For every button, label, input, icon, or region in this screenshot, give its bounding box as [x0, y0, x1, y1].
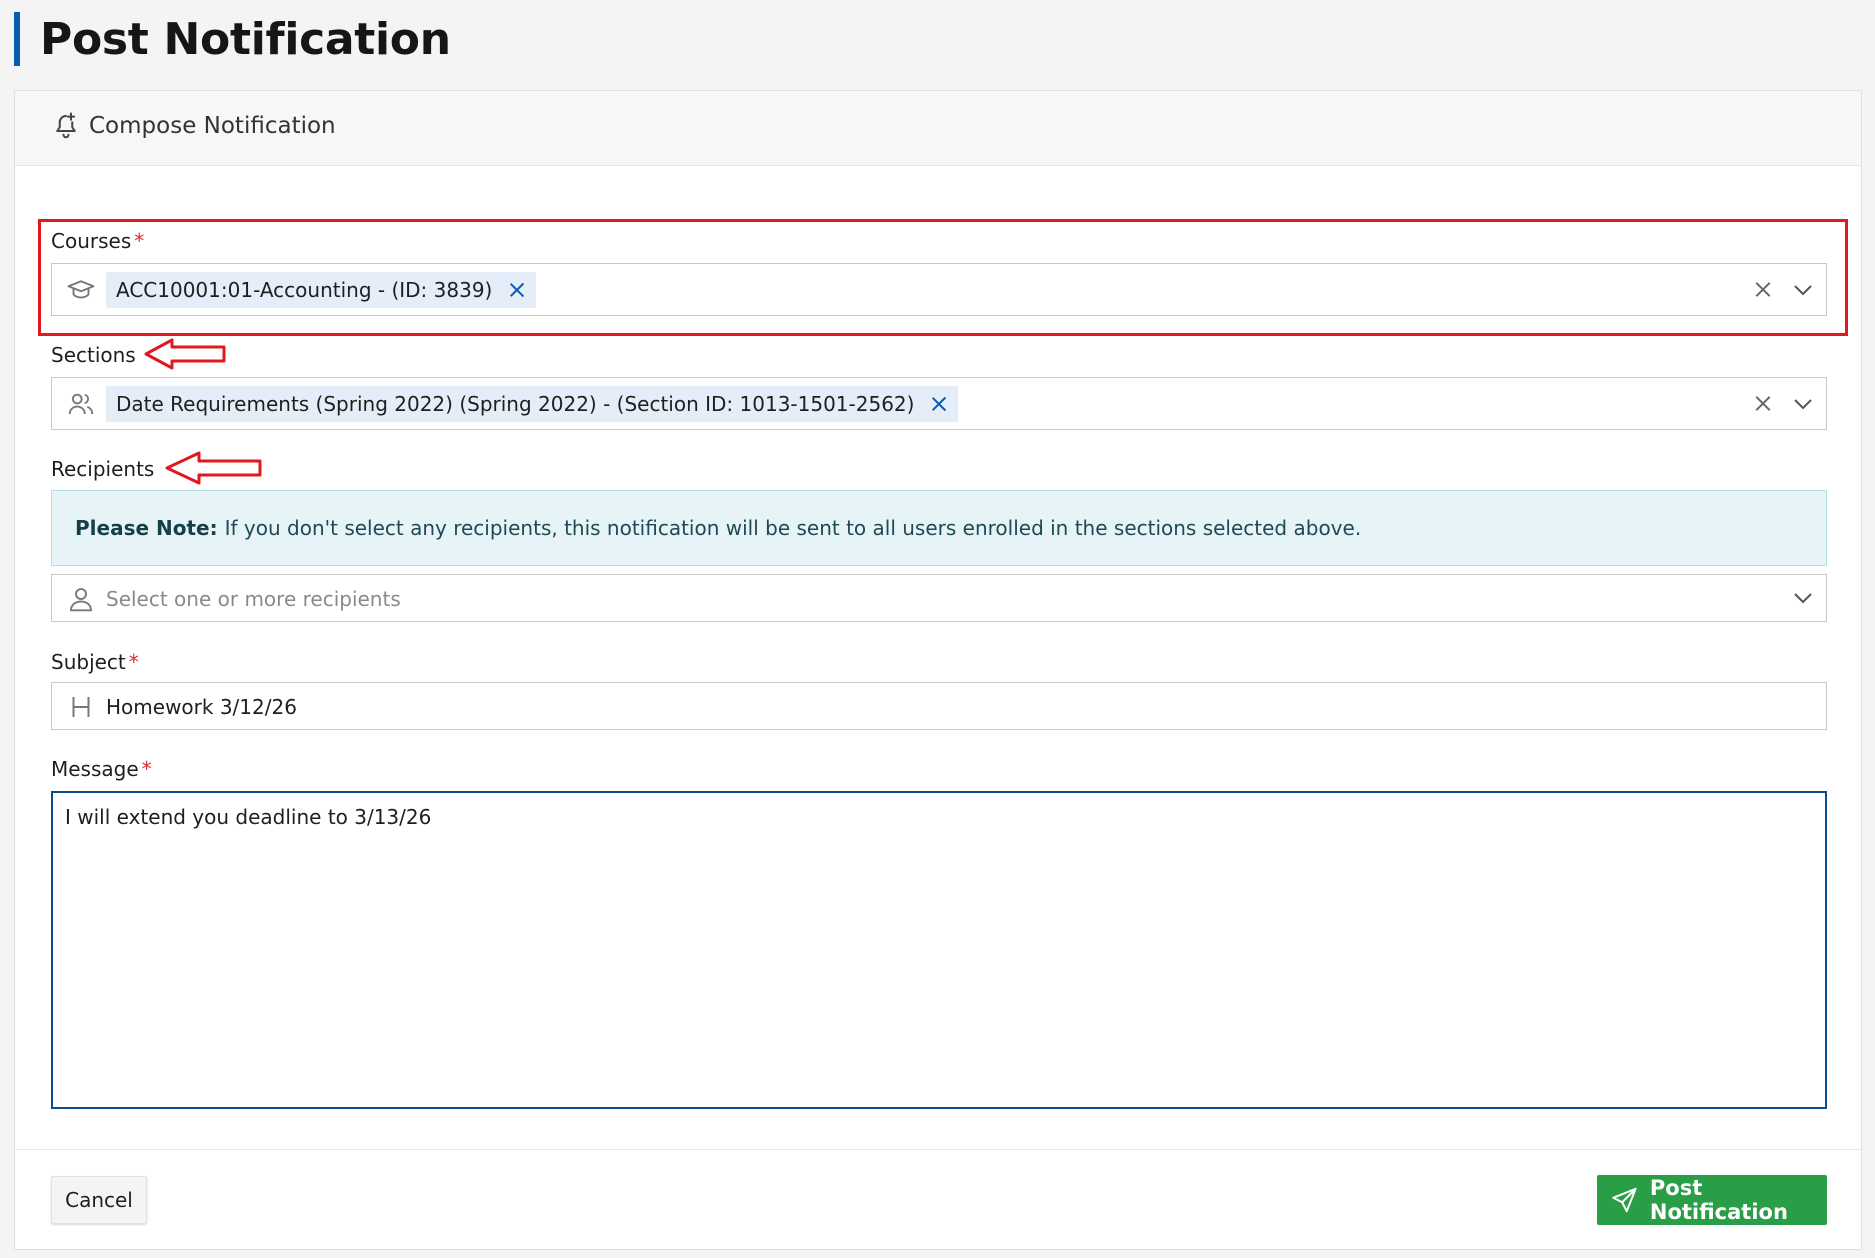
users-icon	[68, 393, 94, 415]
note-bold: Please Note:	[75, 516, 218, 540]
recipients-note: Please Note: If you don't select any rec…	[51, 490, 1827, 566]
graduation-cap-icon	[67, 280, 95, 299]
card-header: Compose Notification	[15, 91, 1861, 166]
recipients-placeholder: Select one or more recipients	[106, 587, 401, 611]
courses-label: Courses *	[51, 229, 144, 253]
required-mark: *	[134, 229, 145, 253]
subject-label: Subject *	[51, 650, 139, 674]
page-title: Post Notification	[40, 13, 451, 65]
recipients-select[interactable]: Select one or more recipients	[51, 574, 1827, 622]
chevron-down-icon[interactable]	[1792, 397, 1814, 411]
page-title-accent-bar	[14, 12, 20, 66]
sections-label-text: Sections	[51, 343, 136, 367]
heading-icon	[72, 697, 90, 717]
subject-value: Homework 3/12/26	[106, 695, 297, 719]
card-header-title: Compose Notification	[89, 113, 336, 139]
message-textarea[interactable]: I will extend you deadline to 3/13/26	[51, 791, 1827, 1109]
user-icon	[70, 588, 92, 612]
subject-input[interactable]: Homework 3/12/26	[51, 682, 1827, 730]
post-notification-button[interactable]: Post Notification	[1597, 1175, 1827, 1225]
recipients-label-text: Recipients	[51, 457, 155, 481]
bell-plus-icon	[56, 112, 76, 139]
chevron-down-icon[interactable]	[1792, 283, 1814, 297]
compose-card: Compose Notification Courses * ACC10001:0…	[14, 90, 1862, 1250]
section-chip-label: Date Requirements (Spring 2022) (Spring …	[116, 392, 915, 416]
course-chip-label: ACC10001:01-Accounting - (ID: 3839)	[116, 278, 493, 302]
courses-select[interactable]: ACC10001:01-Accounting - (ID: 3839)	[51, 263, 1827, 316]
course-chip[interactable]: ACC10001:01-Accounting - (ID: 3839)	[106, 272, 537, 308]
chevron-down-icon[interactable]	[1792, 591, 1814, 605]
remove-section-chip-icon[interactable]	[930, 395, 948, 413]
clear-courses-icon[interactable]	[1754, 280, 1772, 298]
footer-divider	[15, 1149, 1861, 1150]
courses-label-text: Courses	[51, 229, 132, 253]
post-notification-label: Post Notification	[1649, 1176, 1788, 1224]
sections-label: Sections	[51, 343, 136, 367]
recipients-label: Recipients	[51, 457, 154, 481]
clear-sections-icon[interactable]	[1754, 394, 1772, 412]
required-mark: *	[141, 757, 152, 781]
send-icon	[1612, 1187, 1637, 1213]
cancel-button[interactable]: Cancel	[51, 1176, 147, 1224]
message-label-text: Message	[51, 757, 139, 781]
section-chip[interactable]: Date Requirements (Spring 2022) (Spring …	[106, 386, 959, 422]
required-mark: *	[128, 650, 139, 674]
remove-course-chip-icon[interactable]	[508, 281, 526, 299]
sections-select[interactable]: Date Requirements (Spring 2022) (Spring …	[51, 377, 1827, 430]
message-label: Message *	[51, 757, 152, 781]
page-title-wrap: Post Notification	[14, 12, 451, 66]
subject-label-text: Subject	[51, 650, 126, 674]
note-text: If you don't select any recipients, this…	[224, 516, 1362, 540]
